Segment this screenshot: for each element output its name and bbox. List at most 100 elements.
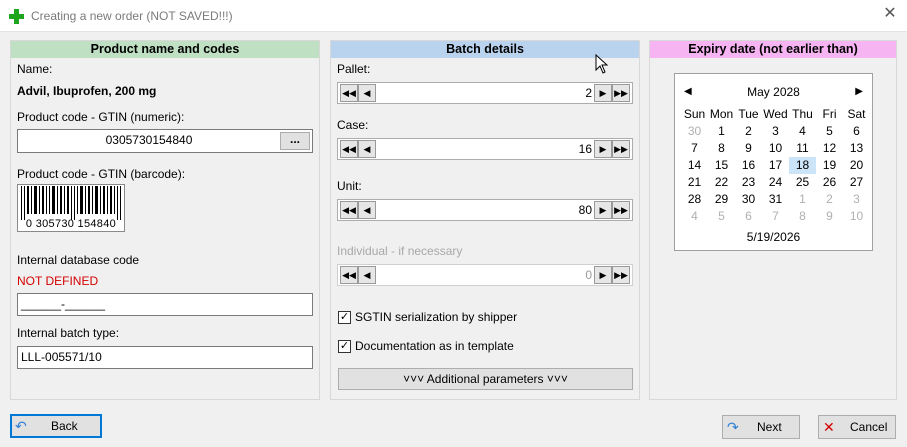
unit-label: Unit: xyxy=(337,179,362,193)
prev-icon[interactable]: ◀ xyxy=(358,201,376,219)
first-icon[interactable]: ◀◀ xyxy=(340,84,358,102)
last-icon[interactable]: ▶▶ xyxy=(612,266,630,284)
calendar-day[interactable]: 30 xyxy=(681,123,708,140)
calendar-day[interactable]: 2 xyxy=(735,123,762,140)
calendar-day[interactable]: 10 xyxy=(843,208,870,225)
calendar-day[interactable]: 12 xyxy=(816,140,843,157)
pallet-spinner[interactable]: ◀◀ ◀ 2 ▶ ▶▶ xyxy=(337,82,633,104)
next-icon[interactable]: ▶ xyxy=(594,84,612,102)
calendar-day[interactable]: 30 xyxy=(735,191,762,208)
calendar-day[interactable]: 17 xyxy=(762,157,789,174)
calendar-today[interactable]: 5/19/2026 xyxy=(675,230,872,244)
sgtin-checkbox[interactable]: ✓ xyxy=(338,311,351,324)
weekday-header: Mon xyxy=(709,107,734,121)
calendar-day[interactable]: 16 xyxy=(735,157,762,174)
calendar-day[interactable]: 7 xyxy=(681,140,708,157)
gtin-barcode-label: Product code - GTIN (barcode): xyxy=(17,167,186,181)
weekday-header: Wed xyxy=(763,107,788,121)
internal-db-field[interactable]: ______-______ xyxy=(17,293,313,316)
first-icon[interactable]: ◀◀ xyxy=(340,140,358,158)
calendar-day[interactable]: 8 xyxy=(789,208,816,225)
calendar-day[interactable]: 20 xyxy=(843,157,870,174)
prev-icon[interactable]: ◀ xyxy=(358,84,376,102)
calendar-day[interactable]: 11 xyxy=(789,140,816,157)
product-name: Advil, Ibuprofen, 200 mg xyxy=(17,84,157,98)
calendar-day[interactable]: 5 xyxy=(816,123,843,140)
weekday-header: Tue xyxy=(738,107,759,121)
calendar-day[interactable]: 1 xyxy=(708,123,735,140)
calendar-day[interactable]: 31 xyxy=(762,191,789,208)
close-icon[interactable]: ✕ xyxy=(883,6,897,22)
calendar-day[interactable]: 25 xyxy=(789,174,816,191)
calendar-day[interactable]: 3 xyxy=(843,191,870,208)
calendar-day[interactable]: 6 xyxy=(735,208,762,225)
individual-spinner[interactable]: ◀◀ ◀ 0 ▶ ▶▶ xyxy=(337,264,633,286)
next-icon[interactable]: ▶ xyxy=(594,266,612,284)
next-button[interactable]: ↷ Next xyxy=(722,415,800,439)
calendar-day[interactable]: 27 xyxy=(843,174,870,191)
sgtin-label: SGTIN serialization by shipper xyxy=(355,310,518,324)
app-cross-icon xyxy=(9,9,24,24)
documentation-checkbox[interactable]: ✓ xyxy=(338,340,351,353)
gtin-numeric-field[interactable]: 0305730154840 ... xyxy=(17,129,313,153)
calendar-day[interactable]: 19 xyxy=(816,157,843,174)
calendar-day[interactable]: 14 xyxy=(681,157,708,174)
calendar-day[interactable]: 26 xyxy=(816,174,843,191)
next-icon[interactable]: ▶ xyxy=(594,140,612,158)
calendar-day[interactable]: 6 xyxy=(843,123,870,140)
first-icon[interactable]: ◀◀ xyxy=(340,266,358,284)
calendar-month-title[interactable]: May 2028 xyxy=(675,85,872,99)
calendar-day[interactable]: 4 xyxy=(789,123,816,140)
back-arrow-icon: ↶ xyxy=(15,418,27,434)
pallet-label: Pallet: xyxy=(337,62,371,76)
calendar-day[interactable]: 15 xyxy=(708,157,735,174)
first-icon[interactable]: ◀◀ xyxy=(340,201,358,219)
calendar-day[interactable]: 18 xyxy=(789,157,816,174)
calendar-day[interactable]: 3 xyxy=(762,123,789,140)
calendar-day[interactable]: 22 xyxy=(708,174,735,191)
expiry-calendar[interactable]: ◀ May 2028 ▶ Sun Mon Tue Wed Thu Fri Sat 30 1 2 3 4… xyxy=(674,73,873,251)
calendar-day[interactable]: 24 xyxy=(762,174,789,191)
last-icon[interactable]: ▶▶ xyxy=(612,201,630,219)
weekday-header: Sun xyxy=(683,107,706,121)
calendar-day[interactable]: 1 xyxy=(789,191,816,208)
barcode-number: 0 305730 154840 xyxy=(25,218,117,230)
internal-db-label: Internal database code xyxy=(17,253,140,267)
gtin-numeric-value: 0305730154840 xyxy=(105,133,193,147)
batch-panel-header: Batch details xyxy=(331,41,639,58)
weekday-header: Thu xyxy=(792,107,813,121)
expiry-panel-header: Expiry date (not earlier than) xyxy=(650,41,896,58)
title-bar: Creating a new order (NOT SAVED!!!) ✕ xyxy=(0,0,907,32)
calendar-day[interactable]: 5 xyxy=(708,208,735,225)
name-label: Name: xyxy=(17,62,53,76)
additional-parameters-button[interactable]: ˅˅˅ Additional parameters ˅˅˅ xyxy=(338,368,633,390)
prev-icon[interactable]: ◀ xyxy=(358,140,376,158)
last-icon[interactable]: ▶▶ xyxy=(612,84,630,102)
calendar-day[interactable]: 9 xyxy=(816,208,843,225)
documentation-label: Documentation as in template xyxy=(355,339,514,353)
calendar-day[interactable]: 7 xyxy=(762,208,789,225)
calendar-day[interactable]: 28 xyxy=(681,191,708,208)
calendar-day[interactable]: 2 xyxy=(816,191,843,208)
next-month-icon[interactable]: ▶ xyxy=(855,86,863,97)
calendar-day[interactable]: 13 xyxy=(843,140,870,157)
next-arrow-icon: ↷ xyxy=(727,419,739,435)
unit-spinner[interactable]: ◀◀ ◀ 80 ▶ ▶▶ xyxy=(337,199,633,221)
calendar-day[interactable]: 4 xyxy=(681,208,708,225)
prev-icon[interactable]: ◀ xyxy=(358,266,376,284)
calendar-day[interactable]: 9 xyxy=(735,140,762,157)
calendar-day[interactable]: 23 xyxy=(735,174,762,191)
next-icon[interactable]: ▶ xyxy=(594,201,612,219)
calendar-day[interactable]: 10 xyxy=(762,140,789,157)
cancel-button[interactable]: ✕ Cancel xyxy=(818,415,896,439)
calendar-day[interactable]: 8 xyxy=(708,140,735,157)
batch-type-field[interactable]: LLL-005571/10 xyxy=(17,346,313,369)
calendar-day[interactable]: 21 xyxy=(681,174,708,191)
calendar-day[interactable]: 29 xyxy=(708,191,735,208)
last-icon[interactable]: ▶▶ xyxy=(612,140,630,158)
gtin-browse-button[interactable]: ... xyxy=(280,132,310,150)
case-spinner[interactable]: ◀◀ ◀ 16 ▶ ▶▶ xyxy=(337,138,633,160)
back-button[interactable]: ↶ Back xyxy=(10,414,102,438)
batch-type-label: Internal batch type: xyxy=(17,326,120,340)
weekday-header: Sat xyxy=(847,107,866,121)
